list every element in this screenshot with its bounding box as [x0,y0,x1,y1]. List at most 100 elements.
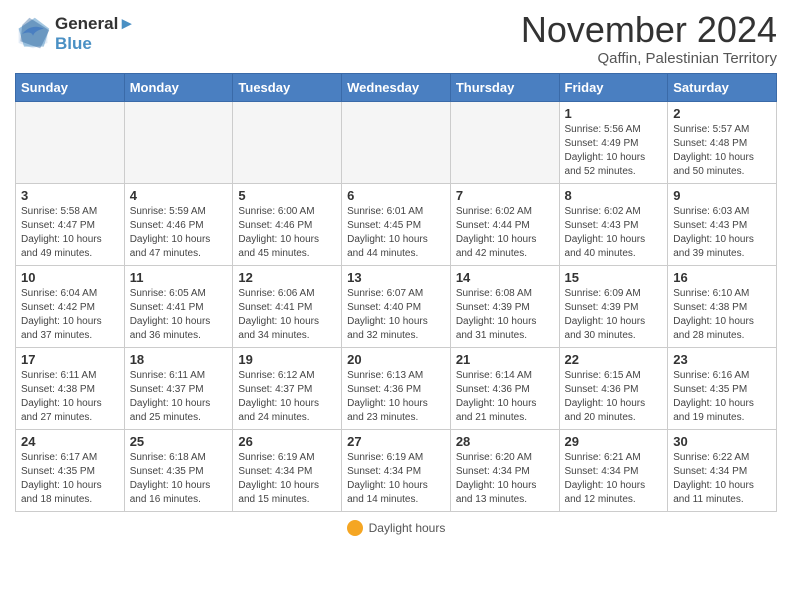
calendar-cell: 5 Sunrise: 6:00 AM Sunset: 4:46 PM Daylig… [233,183,342,265]
page-container: General► Blue November 2024 Qaffin, Pale… [0,0,792,546]
calendar-cell: 15 Sunrise: 6:09 AM Sunset: 4:39 PM Dayli… [559,265,668,347]
day-number: 24 [21,434,119,449]
calendar-cell: 3 Sunrise: 5:58 AM Sunset: 4:47 PM Daylig… [16,183,125,265]
calendar-week-row: 10Sunrise: 6:04 AM Sunset: 4:42 PM Dayli… [16,265,777,347]
day-info: Sunrise: 6:07 AM Sunset: 4:40 PM Dayligh… [347,287,445,343]
calendar-week-row: 24 Sunrise: 6:17 AM Sunset: 4:35 PM Dayli… [16,429,777,511]
day-number: 2 [673,106,771,121]
day-number: 12 [238,270,336,285]
day-number: 7 [456,188,554,203]
day-number: 14 [456,270,554,285]
calendar-cell: 29 Sunrise: 6:21 AM Sunset: 4:34 PM Dayli… [559,429,668,511]
calendar-cell: 26 Sunrise: 6:19 AM Sunset: 4:34 PM Dayli… [233,429,342,511]
calendar-cell [450,101,559,183]
day-info: Sunrise: 6:12 AM Sunset: 4:37 PM Dayligh… [238,369,336,425]
subtitle: Qaffin, Palestinian Territory [521,50,777,67]
calendar-cell: 21 Sunrise: 6:14 AM Sunset: 4:36 PM Dayli… [450,347,559,429]
day-number: 8 [565,188,663,203]
calendar-cell [233,101,342,183]
day-info: Sunrise: 6:13 AM Sunset: 4:36 PM Dayligh… [347,369,445,425]
title-block: November 2024 Qaffin, Palestinian Territ… [521,10,777,67]
header-wednesday: Wednesday [342,73,451,101]
header-sunday: Sunday [16,73,125,101]
calendar-cell [16,101,125,183]
calendar-cell: 10Sunrise: 6:04 AM Sunset: 4:42 PM Dayli… [16,265,125,347]
day-number: 23 [673,352,771,367]
calendar-cell: 18 Sunrise: 6:11 AM Sunset: 4:37 PM Dayli… [124,347,233,429]
calendar-cell: 8Sunrise: 6:02 AM Sunset: 4:43 PM Daylig… [559,183,668,265]
calendar-cell: 16 Sunrise: 6:10 AM Sunset: 4:38 PM Dayli… [668,265,777,347]
calendar-cell: 6Sunrise: 6:01 AM Sunset: 4:45 PM Daylig… [342,183,451,265]
day-info: Sunrise: 6:19 AM Sunset: 4:34 PM Dayligh… [238,451,336,507]
footer: Daylight hours [15,520,777,536]
calendar-cell: 14 Sunrise: 6:08 AM Sunset: 4:39 PM Dayli… [450,265,559,347]
day-number: 1 [565,106,663,121]
day-number: 19 [238,352,336,367]
day-info: Sunrise: 5:58 AM Sunset: 4:47 PM Dayligh… [21,205,119,261]
day-number: 22 [565,352,663,367]
day-number: 20 [347,352,445,367]
day-number: 5 [238,188,336,203]
day-number: 26 [238,434,336,449]
day-info: Sunrise: 6:19 AM Sunset: 4:34 PM Dayligh… [347,451,445,507]
day-number: 28 [456,434,554,449]
day-info: Sunrise: 6:08 AM Sunset: 4:39 PM Dayligh… [456,287,554,343]
day-number: 4 [130,188,228,203]
header-saturday: Saturday [668,73,777,101]
calendar-cell: 1Sunrise: 5:56 AM Sunset: 4:49 PM Daylig… [559,101,668,183]
calendar-week-row: 1Sunrise: 5:56 AM Sunset: 4:49 PM Daylig… [16,101,777,183]
calendar-cell: 4 Sunrise: 5:59 AM Sunset: 4:46 PM Daylig… [124,183,233,265]
day-number: 9 [673,188,771,203]
day-number: 3 [21,188,119,203]
calendar-cell: 28 Sunrise: 6:20 AM Sunset: 4:34 PM Dayli… [450,429,559,511]
day-info: Sunrise: 5:59 AM Sunset: 4:46 PM Dayligh… [130,205,228,261]
calendar-cell: 25Sunrise: 6:18 AM Sunset: 4:35 PM Dayli… [124,429,233,511]
calendar-cell: 9Sunrise: 6:03 AM Sunset: 4:43 PM Daylig… [668,183,777,265]
weekday-header-row: Sunday Monday Tuesday Wednesday Thursday… [16,73,777,101]
month-title: November 2024 [521,10,777,50]
day-info: Sunrise: 6:21 AM Sunset: 4:34 PM Dayligh… [565,451,663,507]
calendar-week-row: 17 Sunrise: 6:11 AM Sunset: 4:38 PM Dayli… [16,347,777,429]
day-info: Sunrise: 6:17 AM Sunset: 4:35 PM Dayligh… [21,451,119,507]
day-info: Sunrise: 6:20 AM Sunset: 4:34 PM Dayligh… [456,451,554,507]
calendar-cell: 13Sunrise: 6:07 AM Sunset: 4:40 PM Dayli… [342,265,451,347]
day-info: Sunrise: 6:22 AM Sunset: 4:34 PM Dayligh… [673,451,771,507]
logo: General► Blue [15,14,135,54]
day-number: 29 [565,434,663,449]
day-info: Sunrise: 6:14 AM Sunset: 4:36 PM Dayligh… [456,369,554,425]
footer-label: Daylight hours [369,521,446,535]
day-number: 17 [21,352,119,367]
header-thursday: Thursday [450,73,559,101]
day-number: 15 [565,270,663,285]
day-number: 16 [673,270,771,285]
header-tuesday: Tuesday [233,73,342,101]
day-info: Sunrise: 6:10 AM Sunset: 4:38 PM Dayligh… [673,287,771,343]
calendar-cell: 7Sunrise: 6:02 AM Sunset: 4:44 PM Daylig… [450,183,559,265]
calendar-cell: 11Sunrise: 6:05 AM Sunset: 4:41 PM Dayli… [124,265,233,347]
day-info: Sunrise: 6:15 AM Sunset: 4:36 PM Dayligh… [565,369,663,425]
day-number: 11 [130,270,228,285]
day-info: Sunrise: 6:09 AM Sunset: 4:39 PM Dayligh… [565,287,663,343]
logo-icon [15,16,51,52]
calendar-cell [124,101,233,183]
calendar-cell: 27 Sunrise: 6:19 AM Sunset: 4:34 PM Dayli… [342,429,451,511]
day-number: 21 [456,352,554,367]
sun-icon [347,520,363,536]
day-info: Sunrise: 6:00 AM Sunset: 4:46 PM Dayligh… [238,205,336,261]
calendar-cell: 22 Sunrise: 6:15 AM Sunset: 4:36 PM Dayli… [559,347,668,429]
calendar-cell: 12Sunrise: 6:06 AM Sunset: 4:41 PM Dayli… [233,265,342,347]
day-info: Sunrise: 6:11 AM Sunset: 4:38 PM Dayligh… [21,369,119,425]
day-number: 6 [347,188,445,203]
day-info: Sunrise: 5:57 AM Sunset: 4:48 PM Dayligh… [673,123,771,179]
calendar-cell: 20 Sunrise: 6:13 AM Sunset: 4:36 PM Dayli… [342,347,451,429]
day-number: 27 [347,434,445,449]
day-info: Sunrise: 6:18 AM Sunset: 4:35 PM Dayligh… [130,451,228,507]
day-number: 18 [130,352,228,367]
calendar-cell [342,101,451,183]
calendar-cell: 19 Sunrise: 6:12 AM Sunset: 4:37 PM Dayli… [233,347,342,429]
calendar-table: Sunday Monday Tuesday Wednesday Thursday… [15,73,777,512]
header-friday: Friday [559,73,668,101]
day-info: Sunrise: 6:11 AM Sunset: 4:37 PM Dayligh… [130,369,228,425]
day-number: 10 [21,270,119,285]
calendar-cell: 24 Sunrise: 6:17 AM Sunset: 4:35 PM Dayli… [16,429,125,511]
